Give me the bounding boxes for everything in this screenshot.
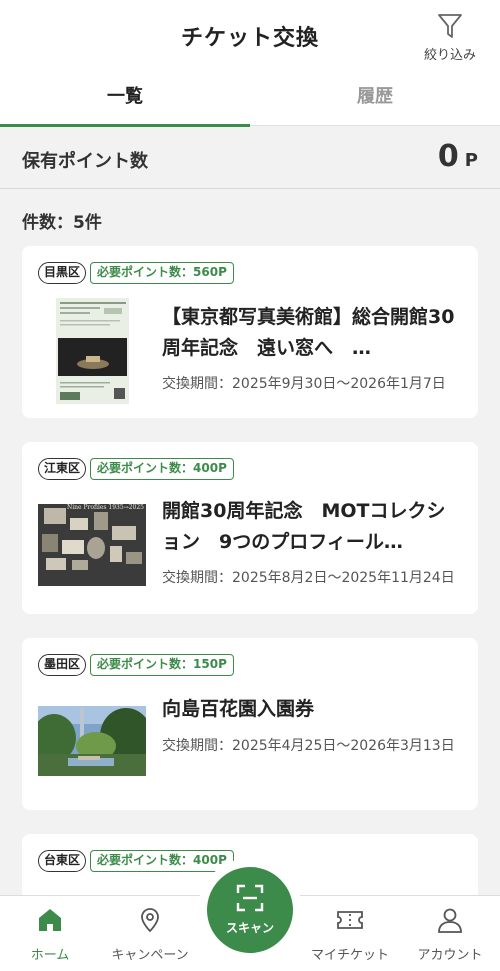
ticket-thumbnail (38, 706, 146, 776)
nav-campaign-label: キャンペーン (111, 948, 189, 963)
nav-home-label: ホーム (30, 948, 70, 963)
scan-button-wrapper: スキャン (198, 858, 302, 962)
nav-account-label: アカウント (417, 948, 483, 963)
card-badges: 台東区 必要ポイント数：400P (38, 850, 234, 872)
ward-badge: 墨田区 (38, 654, 87, 676)
ticket-title: 【東京都写真美術館】総合開館30周年記念 遠い窓へ … (162, 306, 455, 359)
tab-bar: 一覧 履歴 (0, 72, 500, 127)
ticket-thumbnail (38, 298, 146, 404)
nav-mytickets-label: マイチケット (310, 948, 389, 963)
points-unit: P (464, 150, 478, 171)
ticket-card[interactable]: 江東区 必要ポイント数：400P Nine Profiles 1935→2025 … (22, 442, 478, 614)
thumbnail-caption: Nine Profiles 1935→2025 (66, 504, 144, 511)
exchange-period: 交換期間：2025年9月30日～2026年1月7日 (162, 376, 446, 392)
nav-account[interactable]: アカウント (400, 906, 500, 963)
required-points-badge: 必要ポイント数：400P (90, 458, 234, 480)
item-count: 件数：5件 (22, 213, 102, 233)
ward-badge: 江東区 (38, 458, 87, 480)
filter-button[interactable]: 絞り込み (418, 12, 482, 64)
points-summary: 保有ポイント数 0P (0, 127, 500, 189)
exchange-period: 交換期間：2025年8月2日～2025年11月24日 (162, 570, 455, 586)
user-icon (438, 908, 462, 933)
ticket-card[interactable]: 目黒区 必要ポイント数：560P 【東京都写真美術館】総合開館30周年記念 遠い窓… (22, 246, 478, 418)
ticket-title: 開館30周年記念 MOTコレクション 9つのプロフィール… (162, 500, 446, 553)
map-pin-icon (141, 908, 159, 933)
ticket-card[interactable]: 墨田区 必要ポイント数：150P 向島百花園入園券 交換期間：2025年4月25日… (22, 638, 478, 810)
card-badges: 墨田区 必要ポイント数：150P (38, 654, 234, 676)
nav-campaign[interactable]: キャンペーン (100, 906, 200, 963)
nav-home[interactable]: ホーム (0, 906, 100, 963)
ward-badge: 台東区 (38, 850, 87, 872)
home-icon (39, 909, 61, 931)
filter-label: 絞り込み (423, 48, 476, 63)
points-number: 0 (437, 139, 459, 174)
scan-label: スキャン (225, 921, 274, 935)
ticket-thumbnail: Nine Profiles 1935→2025 (38, 504, 146, 586)
points-value: 0P (438, 139, 478, 174)
scan-icon (236, 884, 264, 912)
card-badges: 目黒区 必要ポイント数：560P (38, 262, 234, 284)
card-badges: 江東区 必要ポイント数：400P (38, 458, 234, 480)
points-label: 保有ポイント数 (22, 151, 148, 172)
app-header: チケット交換 絞り込み (0, 0, 500, 72)
tab-list[interactable]: 一覧 (0, 72, 250, 127)
required-points-badge: 必要ポイント数：560P (90, 262, 234, 284)
tab-history[interactable]: 履歴 (250, 72, 500, 126)
ward-badge: 目黒区 (38, 262, 87, 284)
ticket-title: 向島百花園入園券 (162, 698, 315, 720)
filter-icon (438, 14, 462, 38)
ticket-icon (337, 911, 363, 929)
scan-button[interactable]: スキャン (207, 867, 293, 953)
required-points-badge: 必要ポイント数：150P (90, 654, 234, 676)
exchange-period: 交換期間：2025年4月25日～2026年3月13日 (162, 738, 455, 754)
nav-mytickets[interactable]: マイチケット (300, 906, 400, 963)
